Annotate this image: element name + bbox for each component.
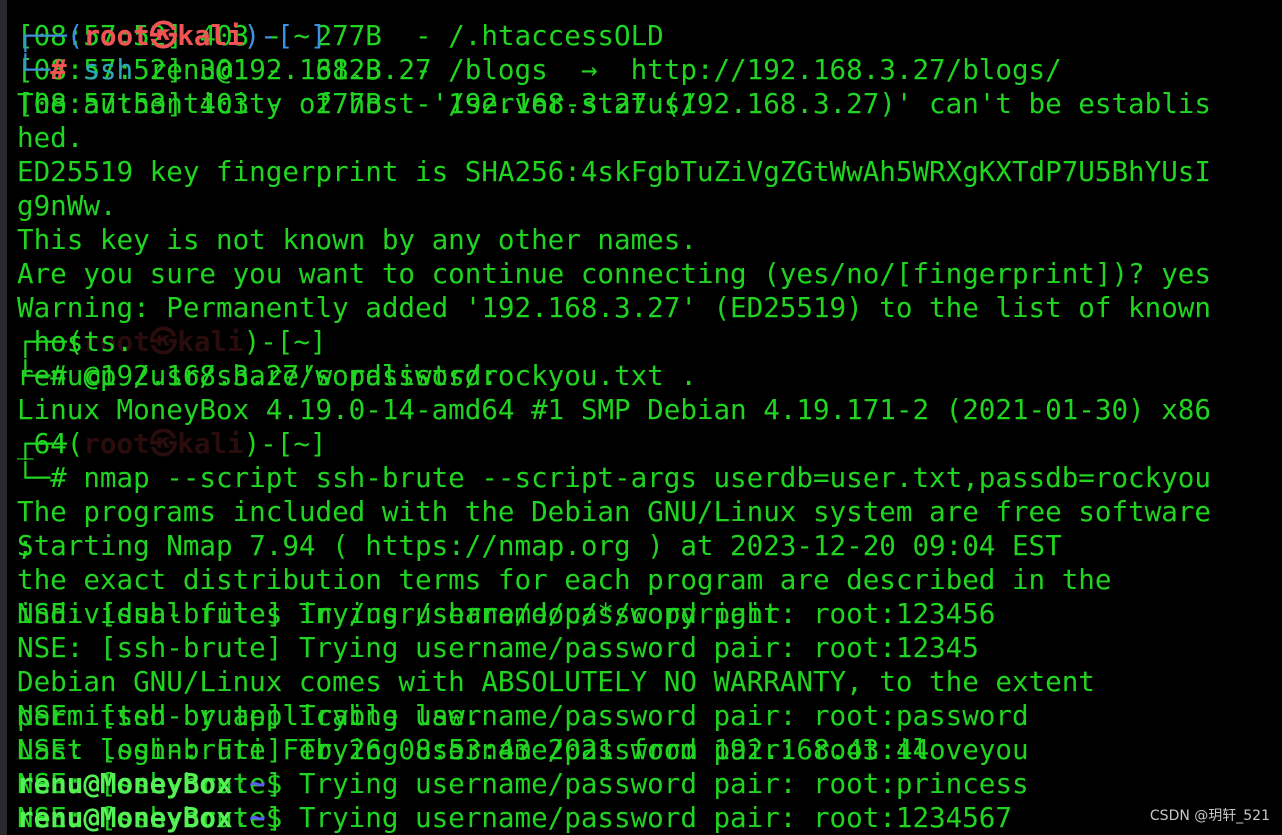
watermark: CSDN @玥轩_521 [1149,808,1270,824]
terminal-line-segment: ~ [249,767,266,800]
terminal-line-segment: The programs included with the Debian GN… [17,495,1211,528]
terminal-line-segment: hed. [17,121,84,154]
terminal-line: └─# ssh renu@192.168.3.27 [17,53,1211,87]
terminal-line: The programs included with the Debian GN… [17,495,1211,529]
terminal-line: ┌──(root㉿kali)-[~] [17,19,1211,53]
terminal-line: g9nWw. [17,189,1211,223]
terminal-line: Last login: Fri Feb 26 08:53:43 2021 fro… [17,733,1211,767]
terminal-line-segment: Linux MoneyBox 4.19.0-14-amd64 #1 SMP De… [17,393,1211,426]
terminal-line: _64 [17,427,1211,461]
terminal-line: permitted by applicable law. [17,699,1211,733]
terminal-line-segment: hosts. [17,325,134,358]
terminal-line: individual files in /usr/share/doc/*/cop… [17,597,1211,631]
terminal-line: Debian GNU/Linux comes with ABSOLUTELY N… [17,665,1211,699]
terminal-line-segment: $ [265,767,299,800]
terminal-line: hosts. [17,325,1211,359]
terminal-line: The authenticity of host '192.168.3.27 (… [17,87,1211,121]
terminal-line-segment: : [232,801,250,834]
terminal-line-segment: This key is not known by any other names… [17,223,697,256]
terminal-line: Are you sure you want to continue connec… [17,257,1211,291]
terminal-output[interactable]: ┌──(root㉿kali)-[~] └─# ssh renu@192.168.3… [17,19,1211,835]
terminal-line-segment: Warning: Permanently added '192.168.3.27… [17,291,1211,324]
terminal-line: renu@MoneyBox:~$ [17,801,1211,835]
terminal-line-segment: root㉿kali [83,19,244,52]
terminal-line-segment: renu@192.168.3.27 [133,53,432,86]
terminal-line: ; [17,529,1211,563]
terminal-line-segment: └─ [17,53,51,86]
terminal-line-segment: ] [309,19,327,52]
window-edge [0,0,7,835]
terminal-line-segment: ; [17,529,34,562]
terminal-line: hed. [17,121,1211,155]
terminal-line-segment: ┌──( [17,19,84,52]
terminal-line-segment: renu@MoneyBox [17,767,233,800]
terminal-line-segment: Debian GNU/Linux comes with ABSOLUTELY N… [17,665,1095,698]
terminal-line-segment: ssh [66,53,134,86]
terminal-line-segment: renu@192.168.3.27's password: [17,359,515,392]
terminal-line-segment: ~ [293,19,310,52]
terminal-line: Warning: Permanently added '192.168.3.27… [17,291,1211,325]
terminal-line-segment: permitted by applicable law. [17,699,482,732]
terminal-line-segment: The authenticity of host '192.168.3.27 (… [17,87,1211,120]
terminal-line-segment: Are you sure you want to continue connec… [17,257,1211,290]
terminal-line: renu@MoneyBox:~$ [17,767,1211,801]
terminal-line: Linux MoneyBox 4.19.0-14-amd64 #1 SMP De… [17,393,1211,427]
terminal-line-segment: the exact distribution terms for each pr… [17,563,1112,596]
terminal-line: ED25519 key fingerprint is SHA256:4skFgb… [17,155,1211,189]
terminal-line-segment: ~ [249,801,266,834]
terminal-line: renu@192.168.3.27's password: [17,359,1211,393]
terminal-line: the exact distribution terms for each pr… [17,563,1211,597]
terminal-line-segment: : [232,767,250,800]
terminal-line-segment: g9nWw. [17,189,117,222]
terminal-line-segment: $ [265,801,299,834]
terminal-line-segment: _64 [17,427,67,460]
terminal-line-segment: # [50,53,67,86]
terminal-line-segment: ED25519 key fingerprint is SHA256:4skFgb… [17,155,1211,188]
terminal-line-segment: )-[ [243,19,294,52]
terminal-line-segment: renu@MoneyBox [17,801,233,834]
terminal-line-segment: Last login: Fri Feb 26 08:53:43 2021 fro… [17,733,930,766]
terminal-line-segment: individual files in /usr/share/doc/*/cop… [17,597,797,630]
terminal-line: This key is not known by any other names… [17,223,1211,257]
